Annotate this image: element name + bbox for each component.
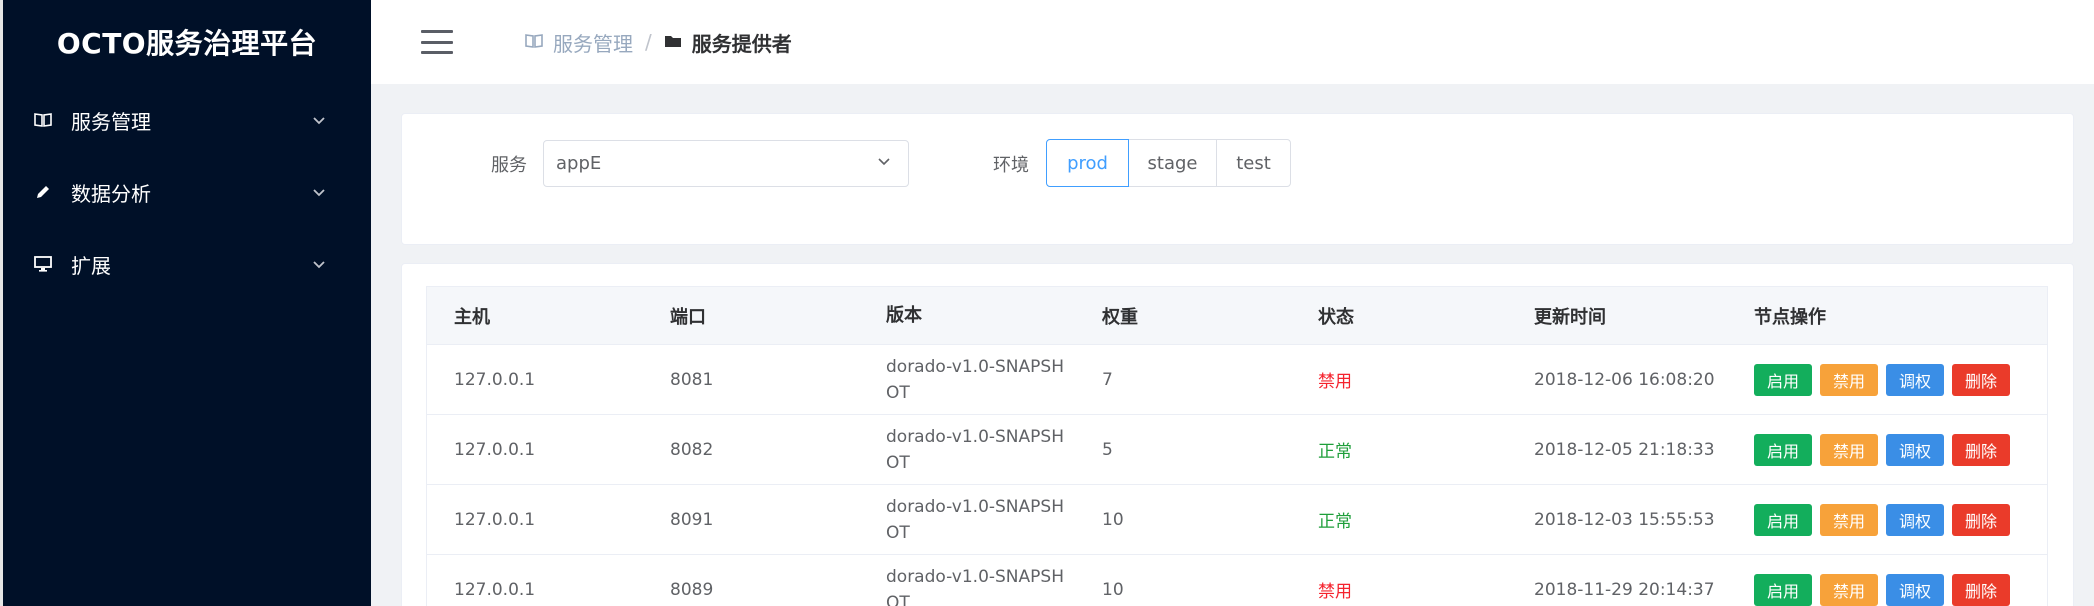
breadcrumb-separator: / (645, 30, 652, 54)
delete-button[interactable]: 删除 (1952, 433, 2010, 466)
adjust-weight-button[interactable]: 调权 (1886, 573, 1944, 606)
service-select-value: appE (556, 153, 602, 174)
column-header-host: 主机 (454, 306, 490, 328)
table-row: 127.0.0.1 8091 dorado-v1.0-SNAPSHOT 10 正… (427, 485, 2047, 555)
env-option-test[interactable]: test (1216, 139, 1291, 187)
env-segmented-control: prod stage test (1046, 139, 1291, 187)
status-badge: 正常 (1318, 442, 1352, 462)
disable-button[interactable]: 禁用 (1820, 503, 1878, 536)
table-row: 127.0.0.1 8081 dorado-v1.0-SNAPSHOT 7 禁用… (427, 345, 2047, 415)
status-badge: 禁用 (1318, 372, 1352, 392)
column-header-actions: 节点操作 (1754, 306, 1826, 328)
delete-button[interactable]: 删除 (1952, 363, 2010, 396)
sidebar-item-label: 扩展 (71, 253, 111, 278)
column-header-port: 端口 (670, 306, 706, 328)
delete-button[interactable]: 删除 (1952, 503, 2010, 536)
cell-updated: 2018-11-29 20:14:37 (1534, 579, 1715, 600)
env-option-prod[interactable]: prod (1046, 139, 1129, 187)
cell-host: 127.0.0.1 (454, 509, 536, 530)
cell-host: 127.0.0.1 (454, 439, 536, 460)
cell-updated: 2018-12-03 15:55:53 (1534, 509, 1715, 530)
status-badge: 正常 (1318, 512, 1352, 532)
cell-host: 127.0.0.1 (454, 579, 536, 600)
cell-updated: 2018-12-06 16:08:20 (1534, 369, 1715, 390)
monitor-icon (33, 254, 53, 274)
status-badge: 禁用 (1318, 582, 1352, 602)
cell-updated: 2018-12-05 21:18:33 (1534, 439, 1715, 460)
cell-weight: 10 (1102, 509, 1124, 530)
table-header: 主机 端口 版本 权重 状态 更新时间 节点操作 (427, 287, 2047, 345)
env-option-stage[interactable]: stage (1128, 139, 1217, 187)
book-icon (33, 110, 53, 130)
sidebar: OCTO服务治理平台 服务管理 数据分析 扩展 (0, 0, 371, 606)
breadcrumb-label[interactable]: 服务管理 (553, 28, 633, 57)
sidebar-item-extension[interactable]: 扩展 (3, 228, 371, 300)
pencil-icon (33, 182, 53, 202)
cell-weight: 7 (1102, 369, 1113, 390)
cell-version: dorado-v1.0-SNAPSHOT (886, 566, 1064, 606)
chevron-down-icon (311, 256, 327, 272)
breadcrumb-label: 服务提供者 (691, 31, 792, 56)
enable-button[interactable]: 启用 (1754, 433, 1812, 466)
node-actions: 启用 禁用 调权 删除 (1727, 573, 2047, 606)
cell-weight: 5 (1102, 439, 1113, 460)
hamburger-menu-icon[interactable] (421, 30, 453, 54)
breadcrumb: 服务管理 / 服务提供者 (525, 28, 792, 57)
chevron-down-icon (311, 112, 327, 128)
disable-button[interactable]: 禁用 (1820, 573, 1878, 606)
enable-button[interactable]: 启用 (1754, 573, 1812, 606)
cell-version: dorado-v1.0-SNAPSHOT (886, 356, 1064, 403)
book-icon (525, 33, 543, 51)
breadcrumb-item-service-provider: 服务提供者 (664, 28, 792, 57)
table-row: 127.0.0.1 8082 dorado-v1.0-SNAPSHOT 5 正常… (427, 415, 2047, 485)
enable-button[interactable]: 启用 (1754, 363, 1812, 396)
cell-port: 8091 (670, 509, 714, 530)
cell-weight: 10 (1102, 579, 1124, 600)
breadcrumb-item-service-management[interactable]: 服务管理 (525, 28, 633, 57)
service-label: 服务 (491, 155, 527, 176)
adjust-weight-button[interactable]: 调权 (1886, 503, 1944, 536)
column-header-updated: 更新时间 (1534, 306, 1606, 328)
column-header-version: 版本 (886, 304, 922, 326)
sidebar-item-data-analysis[interactable]: 数据分析 (3, 156, 371, 228)
disable-button[interactable]: 禁用 (1820, 363, 1878, 396)
top-header: 服务管理 / 服务提供者 (371, 0, 2094, 84)
provider-table: 主机 端口 版本 权重 状态 更新时间 节点操作 127.0.0.1 8081 … (426, 286, 2048, 606)
column-header-weight: 权重 (1102, 306, 1138, 328)
env-label: 环境 (993, 155, 1029, 176)
service-select[interactable]: appE (543, 140, 909, 187)
node-actions: 启用 禁用 调权 删除 (1727, 433, 2047, 466)
delete-button[interactable]: 删除 (1952, 573, 2010, 606)
filter-panel: 服务 appE 环境 prod stage test (401, 113, 2074, 245)
cell-version: dorado-v1.0-SNAPSHOT (886, 426, 1064, 473)
cell-host: 127.0.0.1 (454, 369, 536, 390)
cell-port: 8089 (670, 579, 714, 600)
sidebar-item-label: 服务管理 (71, 109, 151, 134)
cell-version: dorado-v1.0-SNAPSHOT (886, 496, 1064, 543)
adjust-weight-button[interactable]: 调权 (1886, 363, 1944, 396)
sidebar-item-service-management[interactable]: 服务管理 (3, 84, 371, 156)
node-actions: 启用 禁用 调权 删除 (1727, 503, 2047, 536)
provider-table-panel: 主机 端口 版本 权重 状态 更新时间 节点操作 127.0.0.1 8081 … (401, 263, 2074, 606)
cell-port: 8082 (670, 439, 714, 460)
enable-button[interactable]: 启用 (1754, 503, 1812, 536)
cell-port: 8081 (670, 369, 714, 390)
sidebar-item-label: 数据分析 (71, 181, 151, 206)
column-header-status: 状态 (1318, 306, 1354, 328)
chevron-down-icon (876, 153, 892, 174)
folder-icon (664, 33, 682, 51)
chevron-down-icon (311, 184, 327, 200)
node-actions: 启用 禁用 调权 删除 (1727, 363, 2047, 396)
disable-button[interactable]: 禁用 (1820, 433, 1878, 466)
app-logo-title: OCTO服务治理平台 (56, 27, 318, 60)
adjust-weight-button[interactable]: 调权 (1886, 433, 1944, 466)
table-row: 127.0.0.1 8089 dorado-v1.0-SNAPSHOT 10 禁… (427, 555, 2047, 606)
